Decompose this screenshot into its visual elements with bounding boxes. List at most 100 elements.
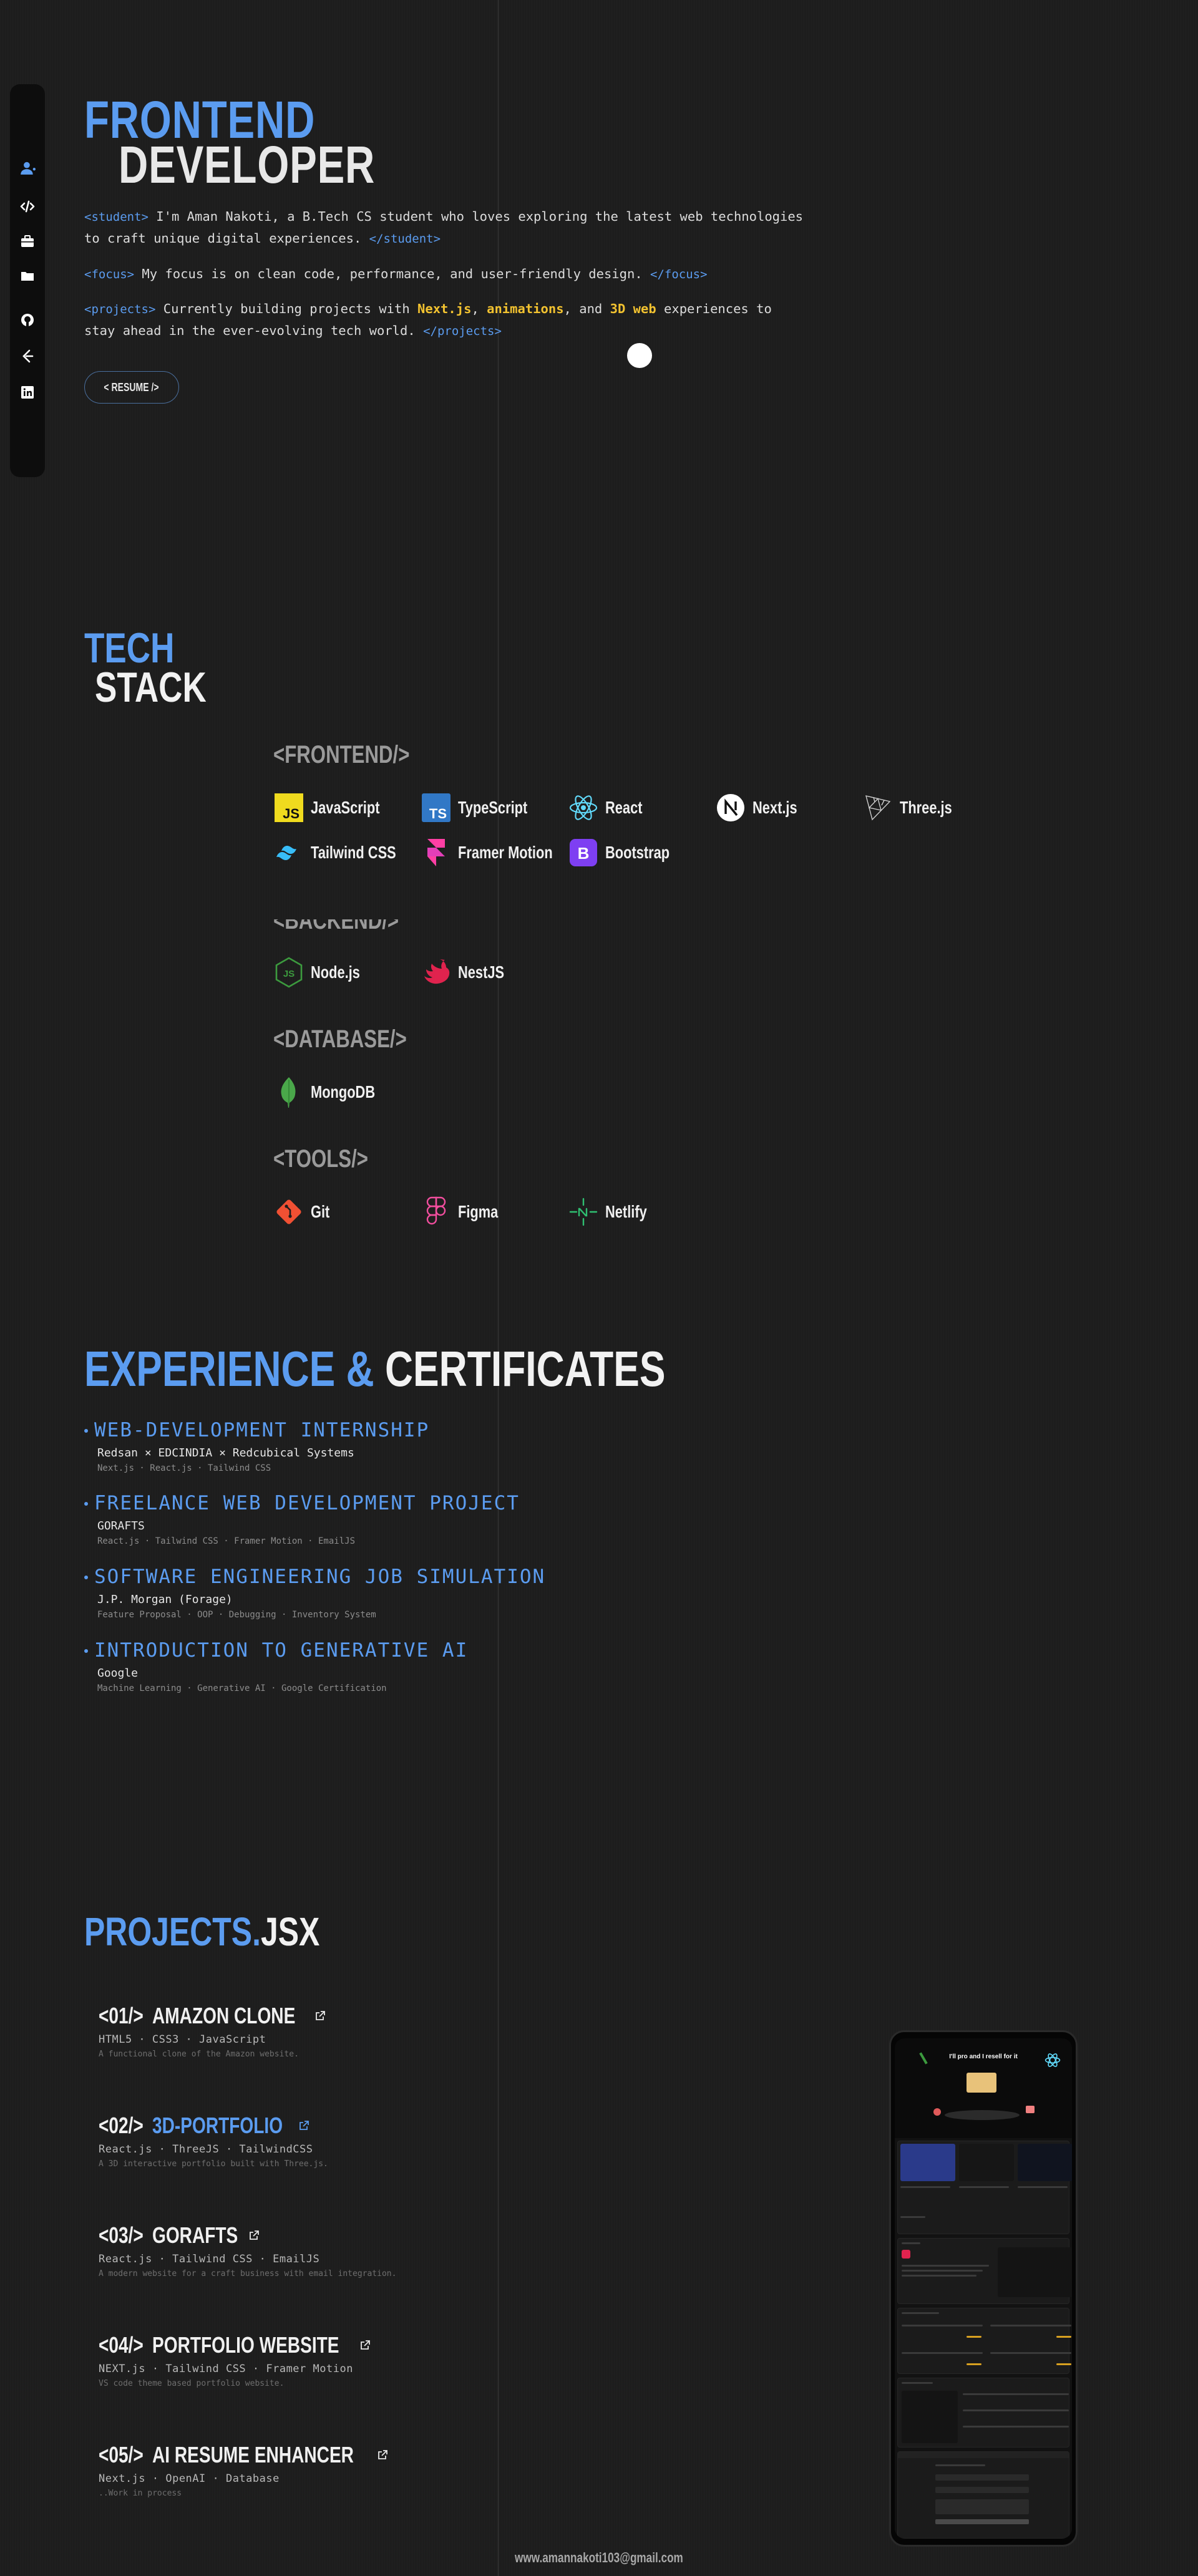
highlight-animations: animations [487, 301, 564, 316]
projects-text-and: , and [563, 301, 603, 316]
project-desc: A functional clone of the Amazon website… [99, 2050, 299, 2059]
preview-card-image [1018, 2144, 1072, 2181]
resume-button-label: < RESUME /> [104, 380, 160, 394]
project-preview-phone: I'll pro and I resell for it [889, 2030, 1078, 2547]
student-text: I'm Aman Nakoti, a B.Tech CS student who… [84, 209, 804, 246]
vertical-guide-line [498, 0, 499, 2576]
experience-tags: Next.js · React.js · Tailwind CSS [97, 1463, 271, 1473]
nestjs-icon [421, 957, 452, 988]
preview-ball [933, 2108, 941, 2116]
sidebar-item-projects[interactable] [19, 269, 36, 286]
experience-tags: React.js · Tailwind CSS · Framer Motion … [97, 1536, 356, 1546]
bootstrap-icon: B [568, 837, 599, 868]
tech-item-mongodb: MongoDB [273, 1075, 393, 1109]
github-icon [20, 312, 35, 330]
project-name[interactable]: 3D-PORTFOLIO [152, 2113, 283, 2139]
database-heading: <DATABASE/> [273, 1025, 407, 1053]
tech-item-tailwind: Tailwind CSS [273, 836, 420, 869]
sidebar-item-leetcode[interactable] [19, 349, 36, 366]
hero-title-developer: DEVELOPER [119, 135, 376, 194]
hero-student-paragraph: <student> I'm Aman Nakoti, a B.Tech CS s… [84, 206, 808, 249]
tech-item-git: Git [273, 1195, 335, 1229]
project-item[interactable]: <01/> AMAZON CLONE HTML5 · CSS3 · JavaScr… [99, 2002, 326, 2059]
external-link-icon[interactable] [359, 2340, 371, 2351]
leetcode-icon [20, 349, 35, 366]
hero-focus-paragraph: <focus> My focus is on clean code, perfo… [84, 263, 808, 285]
project-item[interactable]: <05/> AI RESUME ENHANCER Next.js · OpenAI… [99, 2441, 388, 2498]
footer-email: www.amannakoti103@gmail.com [0, 2550, 1198, 2566]
tech-label: React [605, 798, 643, 817]
resume-button[interactable]: < RESUME /> [84, 371, 179, 404]
student-open-tag: <student> [84, 210, 149, 224]
preview-card-image [959, 2144, 1014, 2181]
project-item[interactable]: <02/> 3D-PORTFOLIO React.js · ThreeJS · T… [99, 2112, 328, 2169]
framer-motion-icon [421, 837, 452, 868]
tech-item-threejs: Three.js [862, 791, 967, 825]
experience-org: J.P. Morgan (Forage) [97, 1593, 233, 1606]
project-name[interactable]: GORAFTS [152, 2222, 238, 2249]
briefcase-icon [20, 234, 35, 251]
tech-label: JavaScript [311, 798, 380, 817]
focus-text: My focus is on clean code, performance, … [142, 266, 643, 281]
experience-title-text: INTRODUCTION TO GENERATIVE AI [94, 1639, 469, 1662]
preview-screen: I'll pro and I resell for it [895, 2038, 1072, 2539]
project-name[interactable]: AMAZON CLONE [152, 2003, 295, 2029]
experience-item: WEB-DEVELOPMENT INTERNSHIP Redsan × EDCI… [84, 1421, 429, 1473]
netlify-icon [568, 1196, 599, 1227]
student-close-tag: </student> [369, 232, 441, 246]
tech-label: Bootstrap [605, 843, 670, 862]
figma-icon [421, 1196, 452, 1227]
tech-title-line2: STACK [95, 664, 207, 711]
external-link-icon[interactable] [377, 2449, 388, 2461]
project-tech: Next.js · OpenAI · Database [99, 2472, 280, 2485]
tech-label: Git [311, 1202, 330, 1221]
experience-org: Google [97, 1667, 139, 1680]
sidebar-item-experience[interactable] [19, 234, 36, 251]
sidebar-item-linkedin[interactable] [19, 385, 36, 402]
focus-close-tag: </focus> [650, 268, 708, 281]
project-tech: React.js · ThreeJS · TailwindCSS [99, 2143, 313, 2156]
nodejs-icon: JS [273, 957, 304, 988]
backend-heading: <BACKEND/> [273, 907, 399, 934]
threejs-icon [862, 792, 894, 823]
sidebar-item-tech-stack[interactable] [19, 199, 36, 216]
svg-text:JS: JS [283, 806, 300, 821]
project-item[interactable]: <03/> GORAFTS React.js · Tailwind CSS · E… [99, 2222, 396, 2278]
svg-text:JS: JS [283, 969, 295, 979]
external-link-icon[interactable] [298, 2120, 309, 2131]
tools-heading: <TOOLS/> [273, 1145, 369, 1173]
project-item[interactable]: <04/> PORTFOLIO WEBSITE NEXT.js · Tailwin… [99, 2331, 371, 2388]
projects-close-tag: </projects> [423, 324, 502, 338]
tailwind-icon [273, 837, 304, 868]
experience-title-text: FREELANCE WEB DEVELOPMENT PROJECT [94, 1492, 520, 1514]
focus-open-tag: <focus> [84, 268, 135, 281]
external-link-icon[interactable] [314, 2010, 326, 2022]
preview-section [897, 2308, 1071, 2374]
tech-label: Next.js [752, 798, 797, 817]
tech-label: Three.js [900, 798, 952, 817]
preview-card-image [900, 2144, 955, 2181]
preview-section [897, 2238, 1072, 2304]
project-name[interactable]: AI RESUME ENHANCER [152, 2442, 354, 2468]
bullet [84, 1428, 88, 1433]
sidebar-item-github[interactable] [19, 312, 36, 330]
footer-email-link[interactable]: www.amannakoti103@gmail.com [515, 2550, 683, 2566]
tech-item-react: React [568, 791, 653, 825]
tech-item-typescript: TS TypeScript [421, 791, 547, 825]
project-tech: React.js · Tailwind CSS · EmailJS [99, 2253, 320, 2265]
sidebar [10, 84, 45, 477]
preview-section [897, 2378, 1069, 2448]
experience-org: Redsan × EDCINDIA × Redcubical Systems [97, 1446, 354, 1460]
preview-laptop [967, 2073, 996, 2093]
frontend-heading: <FRONTEND/> [273, 741, 410, 768]
preview-platform [945, 2110, 1020, 2120]
experience-title-text: WEB-DEVELOPMENT INTERNSHIP [94, 1419, 430, 1441]
project-desc: ..Work in process [99, 2489, 182, 2498]
sidebar-item-about[interactable] [19, 160, 36, 178]
external-link-icon[interactable] [248, 2230, 260, 2241]
tech-label: NestJS [458, 962, 505, 982]
bullet [84, 1575, 88, 1579]
project-name[interactable]: PORTFOLIO WEBSITE [152, 2332, 339, 2358]
experience-title-part2: CERTIFICATES [384, 1341, 666, 1397]
typescript-icon: TS [421, 792, 452, 823]
